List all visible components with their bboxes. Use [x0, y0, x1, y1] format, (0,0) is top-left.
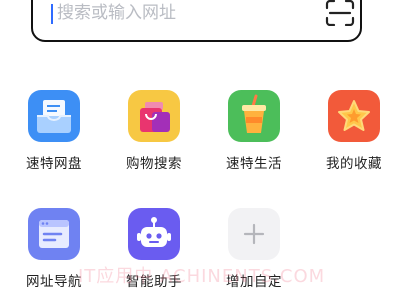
text-cursor: [51, 4, 53, 24]
search-bar[interactable]: [31, 0, 362, 42]
shortcut-add-custom[interactable]: 增加自定: [213, 208, 295, 290]
shortcut-favorites[interactable]: 我的收藏: [313, 90, 393, 172]
shortcut-cloud-drive[interactable]: 速特网盘: [13, 90, 95, 172]
shortcut-assistant[interactable]: 智能助手: [113, 208, 195, 290]
browser-window-icon: [28, 208, 80, 260]
shortcut-shopping-search[interactable]: 购物搜索: [113, 90, 195, 172]
shortcut-label: 我的收藏: [326, 156, 382, 172]
shortcut-label: 智能助手: [126, 274, 182, 290]
shortcut-label: 速特生活: [226, 156, 282, 172]
star-icon: [328, 90, 380, 142]
scan-icon[interactable]: [325, 0, 355, 27]
shopping-bag-icon: [128, 90, 180, 142]
cloud-drive-icon: [28, 90, 80, 142]
shortcut-label: 增加自定: [226, 274, 282, 290]
shortcut-life[interactable]: 速特生活: [213, 90, 295, 172]
robot-icon: [128, 208, 180, 260]
shortcut-web-nav[interactable]: 网址导航: [13, 208, 95, 290]
search-input[interactable]: [57, 0, 297, 26]
shortcut-label: 速特网盘: [26, 156, 82, 172]
add-icon: [228, 208, 280, 260]
drink-cup-icon: [228, 90, 280, 142]
shortcut-label: 网址导航: [26, 274, 82, 290]
shortcut-label: 购物搜索: [126, 156, 182, 172]
